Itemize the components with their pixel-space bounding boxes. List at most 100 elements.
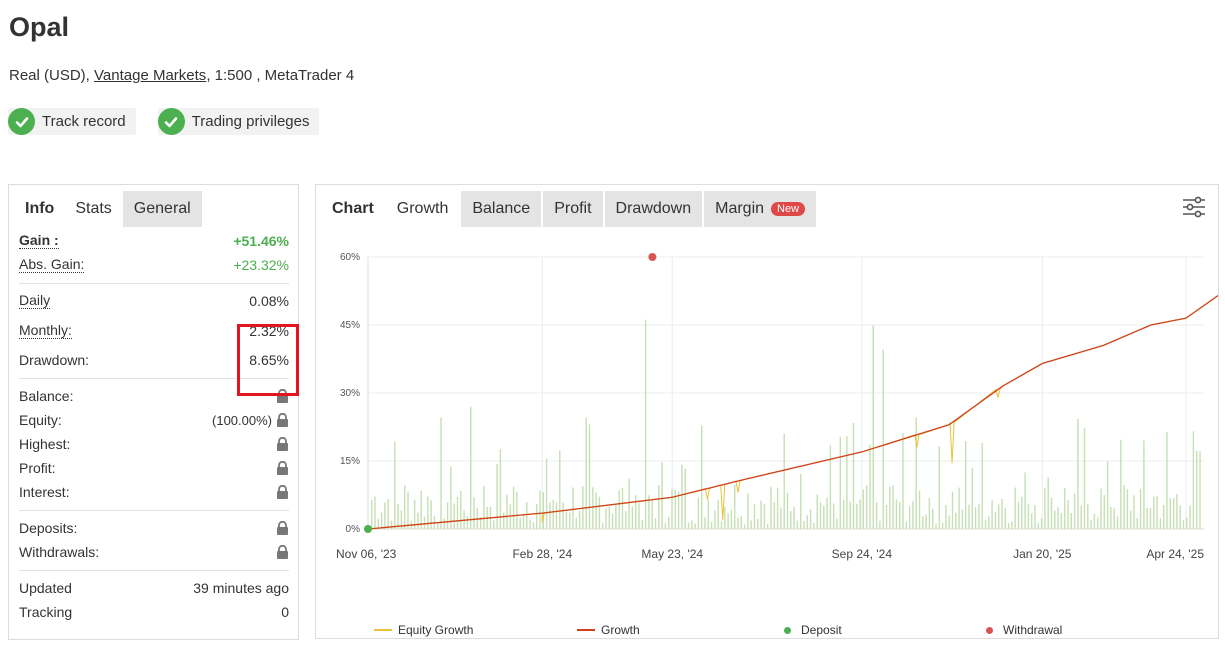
volume-bar [803,521,805,529]
volume-bar [978,503,980,529]
volume-bar [793,506,795,529]
volume-bar [1083,428,1086,529]
volume-bar [783,433,785,529]
volume-bar [578,510,581,529]
volume-bar [1136,517,1138,529]
volume-bar [503,512,505,529]
volume-bar [938,446,940,529]
volume-bar [1120,439,1122,529]
settings-sliders-icon[interactable] [1182,195,1206,219]
volume-bar [948,515,950,529]
balance-group: Balance: Equity: (100.00%) Highest: Prof… [19,379,289,511]
volume-bar [951,491,954,529]
lock-icon [277,545,288,559]
legend-label: Growth [601,623,640,637]
volume-bar [677,491,680,529]
x-tick-label: Apr 24, '25 [1146,547,1204,561]
volume-bar [470,406,472,529]
volume-bar [842,499,845,529]
legend-label: Deposit [801,623,842,637]
volume-bar [397,503,399,529]
stat-label[interactable]: Gain : [19,233,59,249]
volume-bar [423,516,426,529]
volume-bar [727,512,729,529]
volume-bar [1054,510,1056,529]
legend-label: Equity Growth [398,623,474,637]
stat-label: Highest: [19,436,71,452]
volume-bar [866,485,868,529]
volume-bar [806,515,808,529]
volume-bar [800,473,802,529]
volume-bar [575,517,577,529]
volume-bar [875,502,878,529]
legend-deposit[interactable]: Deposit [784,623,842,637]
tab-margin[interactable]: Margin New [704,191,817,227]
volume-bar [829,445,832,529]
growth-chart-svg: 0% 15% 30% 45% 60% Nov 06, '23 Feb 28, '24 May … [336,252,1218,561]
volume-bar [555,502,558,529]
volume-bar [545,458,548,529]
tab-balance[interactable]: Balance [461,191,542,227]
tab-profit[interactable]: Profit [543,191,603,227]
stat-label: Equity: [19,412,62,428]
legend-growth[interactable]: Growth [577,623,640,637]
stat-value [276,521,289,535]
badge-label: Track record [42,113,126,130]
volume-bar [757,519,759,529]
volume-bar [1186,517,1188,529]
volume-bar [668,516,670,529]
stat-value: 0.08% [249,293,289,309]
volume-bar [724,506,726,529]
volume-bar [443,518,445,529]
badge-label: Trading privileges [191,113,310,130]
stat-row-equity: Equity: (100.00%) [19,408,289,432]
tab-growth[interactable]: Growth [385,191,460,227]
stat-label[interactable]: Monthly: [19,323,72,339]
stat-label: Withdrawals: [19,544,100,560]
volume-bar [945,505,947,529]
volume-bar [928,498,931,529]
volume-bar [456,497,459,529]
volume-bar [460,490,462,529]
volume-bar [717,500,719,529]
volume-bar [809,509,812,529]
volume-bar [955,512,957,529]
check-circle-icon [8,108,35,135]
volume-bar [994,511,997,529]
volume-bar [932,508,934,529]
legend-equity-growth[interactable]: Equity Growth [374,623,473,637]
tab-general[interactable]: General [122,191,202,227]
legend-withdrawal[interactable]: Withdrawal [986,623,1062,637]
stat-label[interactable]: Daily [19,293,51,309]
tab-drawdown[interactable]: Drawdown [604,191,703,227]
volume-bar [826,497,828,529]
volume-bar [1027,504,1030,529]
volume-bar [961,509,964,529]
volume-bar [371,500,373,529]
x-tick-label: Jan 20, '25 [1013,547,1072,561]
stats-panel: Info Stats General Gain : +51.46% Abs. G… [8,184,299,640]
broker-link[interactable]: Vantage Markets [94,67,206,84]
volume-bar [770,486,772,529]
stat-label: Tracking [19,604,73,620]
volume-bar [384,502,386,529]
legend-label: Withdrawal [1003,623,1063,637]
volume-bar [1149,507,1152,529]
tab-stats[interactable]: Stats [64,191,123,227]
stat-label[interactable]: Abs. Gain: [19,257,85,273]
volume-bar [387,499,389,529]
volume-bar [1189,505,1191,529]
volume-bar [536,503,538,529]
volume-bar [493,520,495,529]
volume-bar [1067,499,1069,529]
chart-panel: Chart Growth Balance Profit Drawdown Mar… [315,184,1219,639]
volume-bar [1073,493,1076,529]
volume-bar [816,494,818,529]
volume-bar [981,443,983,529]
volume-bar [1004,507,1006,529]
stat-value: 0 [281,604,289,620]
volume-bar [1172,498,1175,529]
stat-row-daily: Daily 0.08% [19,289,289,313]
volume-bar [1090,520,1092,529]
stat-row-interest: Interest: [19,480,289,504]
